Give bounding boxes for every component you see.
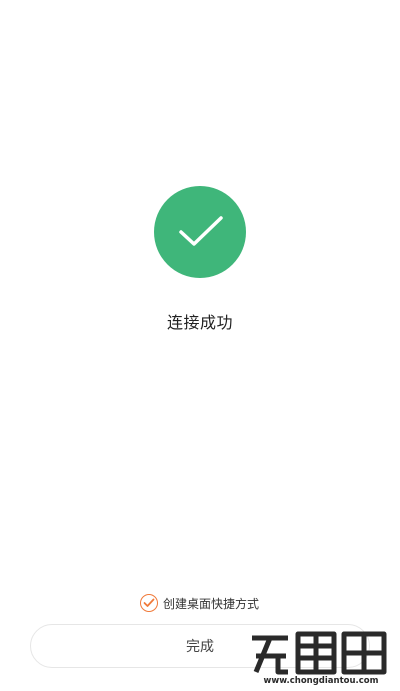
- create-shortcut-option[interactable]: 创建桌面快捷方式: [140, 593, 259, 613]
- shortcut-checkbox[interactable]: [140, 594, 158, 612]
- done-button-label: 完成: [186, 639, 214, 655]
- checkmark-icon: [143, 598, 155, 607]
- check-icon: [179, 216, 223, 246]
- success-circle: [154, 186, 246, 278]
- status-title: 连接成功: [166, 313, 233, 332]
- watermark-url: www.chongdiantou.com: [263, 676, 378, 686]
- watermark-logo: www.chongdiantou.com: [248, 628, 394, 686]
- shortcut-label: 创建桌面快捷方式: [163, 596, 260, 611]
